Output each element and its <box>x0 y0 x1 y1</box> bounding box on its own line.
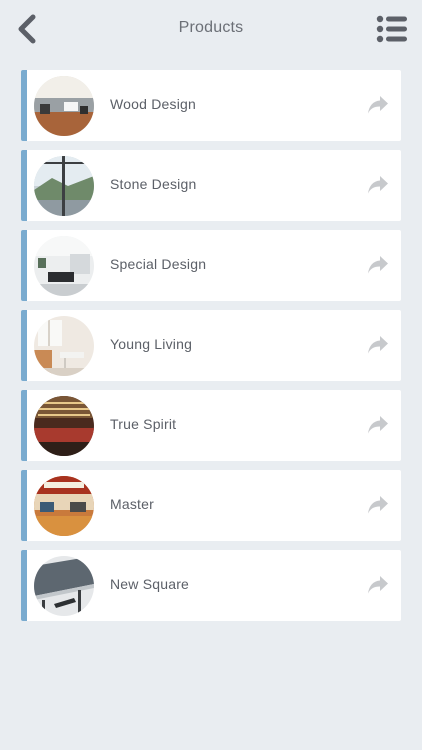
product-item-young-living[interactable]: Young Living <box>21 310 401 381</box>
product-item-new-square[interactable]: New Square <box>21 550 401 621</box>
menu-button[interactable] <box>376 15 408 43</box>
page-title: Products <box>178 19 244 36</box>
new-square-thumbnail <box>34 556 94 616</box>
product-label: Master <box>110 496 154 512</box>
special-design-thumbnail <box>34 236 94 296</box>
product-label: Special Design <box>110 256 207 272</box>
accent-bar <box>21 390 27 461</box>
wood-design-thumbnail <box>34 76 94 136</box>
accent-bar <box>21 150 27 221</box>
product-label: Young Living <box>110 336 193 352</box>
accent-bar <box>21 310 27 381</box>
share-arrow-icon[interactable] <box>367 95 389 115</box>
accent-bar <box>21 550 27 621</box>
true-spirit-thumbnail <box>34 396 94 456</box>
product-item-wood-design[interactable]: Wood Design <box>21 70 401 141</box>
share-arrow-icon[interactable] <box>367 575 389 595</box>
accent-bar <box>21 70 27 141</box>
product-item-special-design[interactable]: Special Design <box>21 230 401 301</box>
product-item-master[interactable]: Master <box>21 470 401 541</box>
product-label: Wood Design <box>110 96 196 112</box>
app-header: Products <box>0 0 422 60</box>
product-item-stone-design[interactable]: Stone Design <box>21 150 401 221</box>
share-arrow-icon[interactable] <box>367 175 389 195</box>
young-living-thumbnail <box>34 316 94 376</box>
list-icon <box>376 15 407 43</box>
product-list: Wood Design Stone Design Special Design … <box>21 70 401 630</box>
share-arrow-icon[interactable] <box>367 415 389 435</box>
accent-bar <box>21 230 27 301</box>
product-item-true-spirit[interactable]: True Spirit <box>21 390 401 461</box>
product-label: New Square <box>110 576 190 592</box>
share-arrow-icon[interactable] <box>367 335 389 355</box>
master-thumbnail <box>34 476 94 536</box>
accent-bar <box>21 470 27 541</box>
product-label: True Spirit <box>110 416 177 432</box>
stone-design-thumbnail <box>34 156 94 216</box>
product-label: Stone Design <box>110 176 197 192</box>
share-arrow-icon[interactable] <box>367 255 389 275</box>
share-arrow-icon[interactable] <box>367 495 389 515</box>
